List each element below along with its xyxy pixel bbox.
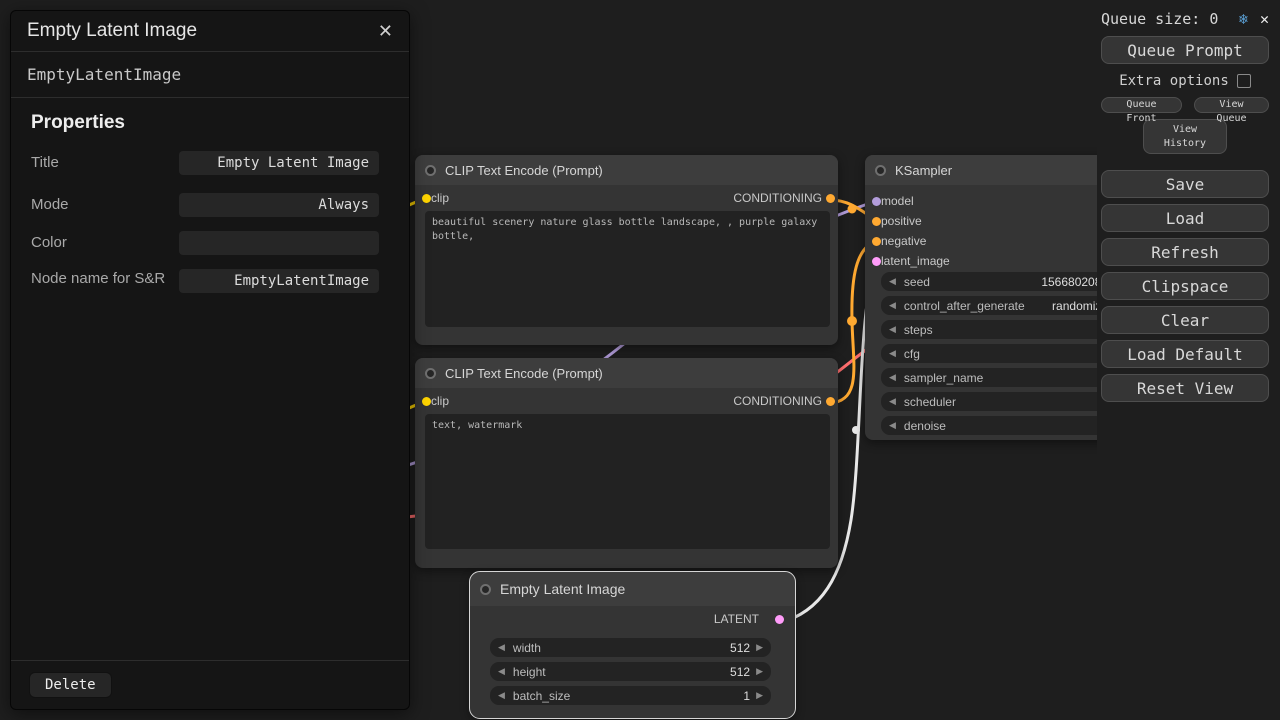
load-default-button[interactable]: Load Default [1101, 340, 1269, 368]
node-clip-text-encode-negative[interactable]: CLIP Text Encode (Prompt) clip CONDITION… [415, 358, 838, 568]
decrement-icon[interactable]: ◀ [498, 666, 505, 677]
node-status-dot[interactable] [875, 165, 886, 176]
queue-size-label: Queue size: 0 [1101, 10, 1218, 28]
node-name-input[interactable]: EmptyLatentImage [179, 269, 379, 293]
input-label: model [881, 194, 914, 208]
node-title-bar[interactable]: CLIP Text Encode (Prompt) [415, 358, 838, 388]
positive-input-port[interactable] [872, 217, 881, 226]
output-label: CONDITIONING [733, 191, 822, 205]
properties-heading: Properties [31, 112, 409, 134]
clear-button[interactable]: Clear [1101, 306, 1269, 334]
node-type-name: EmptyLatentImage [11, 52, 409, 98]
clipspace-button[interactable]: Clipspace [1101, 272, 1269, 300]
increment-icon[interactable]: ▶ [756, 666, 763, 677]
panel-title: Empty Latent Image [27, 20, 197, 42]
node-empty-latent-image[interactable]: Empty Latent Image LATENT ◀ width 512 ▶ … [470, 572, 795, 718]
node-title: Empty Latent Image [500, 581, 625, 597]
increment-icon[interactable]: ▶ [756, 690, 763, 701]
reset-view-button[interactable]: Reset View [1101, 374, 1269, 402]
decrement-icon[interactable]: ◀ [498, 690, 505, 701]
seed-widget[interactable]: ◀ seed 1566802087 ▶ [881, 272, 1129, 291]
batch-size-widget[interactable]: ◀ batch_size 1 ▶ [490, 686, 771, 705]
output-label: CONDITIONING [733, 394, 822, 408]
node-clip-text-encode-positive[interactable]: CLIP Text Encode (Prompt) clip CONDITION… [415, 155, 838, 345]
height-widget[interactable]: ◀ height 512 ▶ [490, 662, 771, 681]
input-label: clip [431, 394, 449, 408]
node-title: KSampler [895, 163, 952, 178]
node-title: CLIP Text Encode (Prompt) [445, 163, 603, 178]
decrement-icon[interactable]: ◀ [889, 300, 896, 311]
latent-image-input-port[interactable] [872, 257, 881, 266]
cfg-widget[interactable]: ◀ cfg ▶ [881, 344, 1129, 363]
mode-input[interactable]: Always [179, 193, 379, 217]
comfyui-canvas[interactable]: CLIP Text Encode (Prompt) clip CONDITION… [0, 0, 1280, 720]
sampler-name-widget[interactable]: ◀ sampler_name ▶ [881, 368, 1129, 387]
comfy-logo-icon: ❄ [1239, 10, 1248, 28]
node-title-bar[interactable]: Empty Latent Image [470, 572, 795, 606]
node-title: CLIP Text Encode (Prompt) [445, 366, 603, 381]
link-midpoint-dot[interactable] [848, 205, 857, 214]
load-button[interactable]: Load [1101, 204, 1269, 232]
node-title-bar[interactable]: CLIP Text Encode (Prompt) [415, 155, 838, 185]
queue-prompt-button[interactable]: Queue Prompt [1101, 36, 1269, 64]
decrement-icon[interactable]: ◀ [889, 396, 896, 407]
link-midpoint-dot[interactable] [852, 426, 860, 434]
close-icon[interactable]: ✕ [378, 21, 393, 42]
conditioning-output-port[interactable] [826, 397, 835, 406]
color-input[interactable] [179, 231, 379, 255]
decrement-icon[interactable]: ◀ [889, 324, 896, 335]
decrement-icon[interactable]: ◀ [889, 420, 896, 431]
node-status-dot[interactable] [425, 165, 436, 176]
input-label: negative [881, 234, 926, 248]
field-label-color: Color [31, 233, 67, 253]
conditioning-output-port[interactable] [826, 194, 835, 203]
field-label-mode: Mode [31, 195, 69, 215]
close-menu-icon[interactable]: ✕ [1260, 10, 1269, 28]
view-history-button[interactable]: View History [1143, 119, 1227, 154]
decrement-icon[interactable]: ◀ [889, 348, 896, 359]
field-label-node-name: Node name for S&R [31, 269, 179, 289]
input-label: latent_image [881, 254, 950, 268]
extra-options-label: Extra options [1119, 73, 1229, 89]
refresh-button[interactable]: Refresh [1101, 238, 1269, 266]
denoise-widget[interactable]: ◀ denoise ▶ [881, 416, 1129, 435]
decrement-icon[interactable]: ◀ [498, 642, 505, 653]
queue-front-button[interactable]: Queue Front [1101, 97, 1182, 113]
model-input-port[interactable] [872, 197, 881, 206]
prompt-textarea[interactable]: beautiful scenery nature glass bottle la… [425, 211, 830, 327]
delete-button[interactable]: Delete [29, 672, 112, 698]
negative-input-port[interactable] [872, 237, 881, 246]
clip-input-port[interactable] [422, 397, 431, 406]
save-button[interactable]: Save [1101, 170, 1269, 198]
clip-input-port[interactable] [422, 194, 431, 203]
field-label-title: Title [31, 153, 59, 173]
node-status-dot[interactable] [425, 368, 436, 379]
output-label: LATENT [714, 612, 759, 626]
scheduler-widget[interactable]: ◀ scheduler ▶ [881, 392, 1129, 411]
input-label: positive [881, 214, 922, 228]
node-properties-panel: Empty Latent Image ✕ EmptyLatentImage Pr… [10, 10, 410, 710]
control-after-generate-widget[interactable]: ◀ control_after_generate randomize ▶ [881, 296, 1129, 315]
width-widget[interactable]: ◀ width 512 ▶ [490, 638, 771, 657]
increment-icon[interactable]: ▶ [756, 642, 763, 653]
title-input[interactable]: Empty Latent Image [179, 151, 379, 175]
extra-options-checkbox[interactable] [1237, 74, 1251, 88]
node-status-dot[interactable] [480, 584, 491, 595]
view-queue-button[interactable]: View Queue [1194, 97, 1269, 113]
comfy-menu: Queue size: 0 ❄ ✕ Queue Prompt Extra opt… [1097, 0, 1280, 720]
decrement-icon[interactable]: ◀ [889, 372, 896, 383]
decrement-icon[interactable]: ◀ [889, 276, 896, 287]
steps-widget[interactable]: ◀ steps ▶ [881, 320, 1129, 339]
input-label: clip [431, 191, 449, 205]
latent-output-port[interactable] [775, 615, 784, 624]
prompt-textarea[interactable]: text, watermark [425, 414, 830, 549]
link-midpoint-dot[interactable] [847, 316, 857, 326]
